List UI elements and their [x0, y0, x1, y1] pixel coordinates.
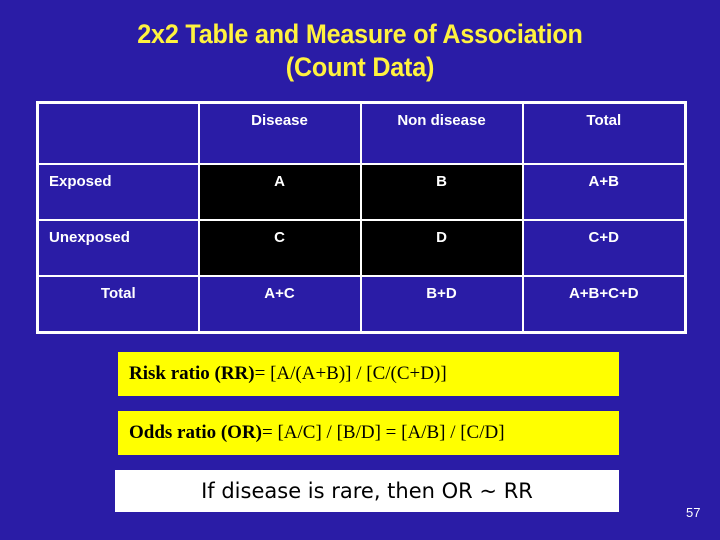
table-row: Unexposed C D C+D: [36, 218, 687, 277]
table-header-cell-disease: Disease: [197, 101, 362, 165]
risk-ratio-formula-box: Risk ratio (RR) = [A/(A+B)] / [C/(C+D)]: [118, 352, 619, 396]
page-title-line-2: (Count Data): [285, 52, 435, 82]
rare-disease-note-text: If disease is rare, then OR ~ RR: [201, 479, 533, 503]
cell-exposed-disease: A: [197, 162, 362, 221]
table-header-corner-cell: [36, 101, 200, 165]
risk-ratio-label: Risk ratio (RR): [129, 363, 255, 384]
cell-unexposed-non-disease: D: [359, 218, 524, 277]
table-header-cell-non-disease: Non disease: [359, 101, 524, 165]
table-row: Total A+C B+D A+B+C+D: [36, 274, 687, 334]
page-title: 2x2 Table and Measure of Association (Co…: [25, 18, 695, 84]
row-label-total: Total: [36, 274, 200, 334]
cell-grand-total: A+B+C+D: [521, 274, 687, 334]
table-row: Exposed A B A+B: [36, 162, 687, 221]
cell-unexposed-disease: C: [197, 218, 362, 277]
cell-total-disease: A+C: [197, 274, 362, 334]
cell-exposed-total: A+B: [521, 162, 687, 221]
odds-ratio-formula-box: Odds ratio (OR) = [A/C] / [B/D] = [A/B] …: [118, 411, 619, 455]
table-header-row: Disease Non disease Total: [36, 101, 687, 165]
cell-unexposed-total: C+D: [521, 218, 687, 277]
cell-total-non-disease: B+D: [359, 274, 524, 334]
table-header-cell-total: Total: [521, 101, 687, 165]
rare-disease-note-box: If disease is rare, then OR ~ RR: [115, 470, 619, 512]
cell-exposed-non-disease: B: [359, 162, 524, 221]
page-title-line-1: 2x2 Table and Measure of Association: [137, 19, 583, 49]
odds-ratio-expression: = [A/C] / [B/D] = [A/B] / [C/D]: [262, 422, 505, 443]
row-label-exposed: Exposed: [36, 162, 200, 221]
odds-ratio-label: Odds ratio (OR): [129, 422, 262, 443]
association-table: Disease Non disease Total Exposed A B A+…: [36, 101, 687, 334]
risk-ratio-expression: = [A/(A+B)] / [C/(C+D)]: [254, 363, 447, 384]
page-number: 57: [686, 505, 701, 520]
row-label-unexposed: Unexposed: [36, 218, 200, 277]
